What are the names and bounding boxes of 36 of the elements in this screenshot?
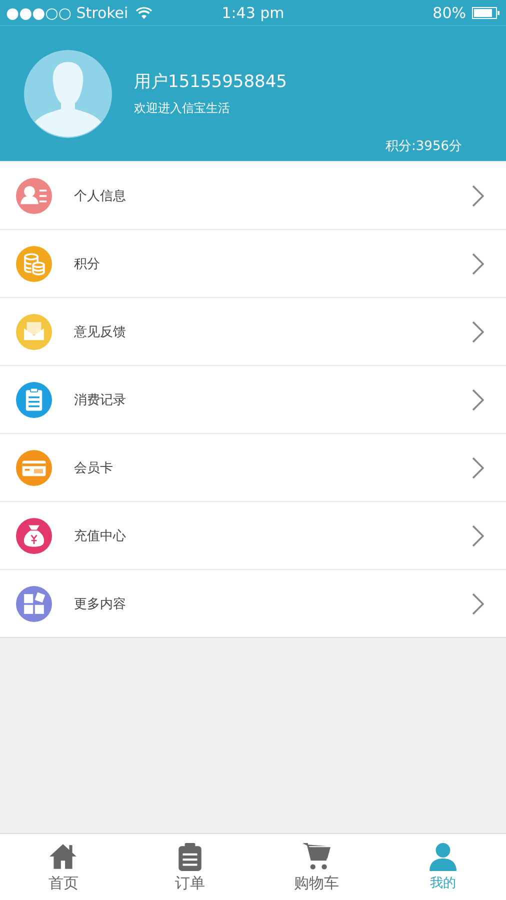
person-icon bbox=[428, 842, 458, 872]
welcome-text: 欢迎进入信宝生活 bbox=[134, 100, 230, 117]
avatar-icon[interactable] bbox=[24, 50, 112, 138]
chevron-right-icon bbox=[472, 524, 484, 546]
battery-percentage: 80% bbox=[432, 4, 466, 22]
chevron-right-icon bbox=[472, 592, 484, 614]
menu-item[interactable]: 充值中心 bbox=[0, 502, 506, 570]
chevron-right-icon bbox=[472, 388, 484, 410]
wifi-icon bbox=[136, 6, 152, 18]
menu-label: 消费记录 bbox=[74, 392, 126, 408]
chevron-right-icon bbox=[472, 320, 484, 342]
menu-label: 个人信息 bbox=[74, 188, 126, 204]
menu-item[interactable]: 消费记录 bbox=[0, 366, 506, 434]
tab[interactable]: 购物车 bbox=[253, 834, 380, 900]
chevron-right-icon bbox=[472, 184, 484, 206]
home-icon bbox=[48, 842, 78, 872]
menu-label: 充值中心 bbox=[74, 528, 126, 544]
menu-label: 更多内容 bbox=[74, 596, 126, 612]
carrier-text: ●●●○○ Strokei bbox=[6, 4, 128, 22]
menu-label: 积分 bbox=[74, 256, 100, 272]
cart-icon bbox=[301, 842, 332, 872]
tab[interactable]: 首页 bbox=[0, 834, 126, 900]
chevron-right-icon bbox=[472, 456, 484, 478]
menu-item[interactable]: 个人信息 bbox=[0, 162, 506, 230]
menu-item[interactable]: 会员卡 bbox=[0, 434, 506, 502]
menu-item[interactable]: 意见反馈 bbox=[0, 298, 506, 366]
points-text: 积分:3956分 bbox=[386, 138, 462, 155]
menu-label: 意见反馈 bbox=[74, 324, 126, 340]
menu-item[interactable]: 积分 bbox=[0, 230, 506, 298]
battery-icon bbox=[472, 6, 500, 18]
tab[interactable]: 订单 bbox=[126, 834, 253, 900]
menu-label: 会员卡 bbox=[74, 460, 113, 476]
time-text: 1:43 pm bbox=[222, 4, 284, 22]
username: 用户15155958845 bbox=[134, 71, 287, 93]
chevron-right-icon bbox=[472, 252, 484, 274]
menu-item[interactable]: 更多内容 bbox=[0, 570, 506, 637]
